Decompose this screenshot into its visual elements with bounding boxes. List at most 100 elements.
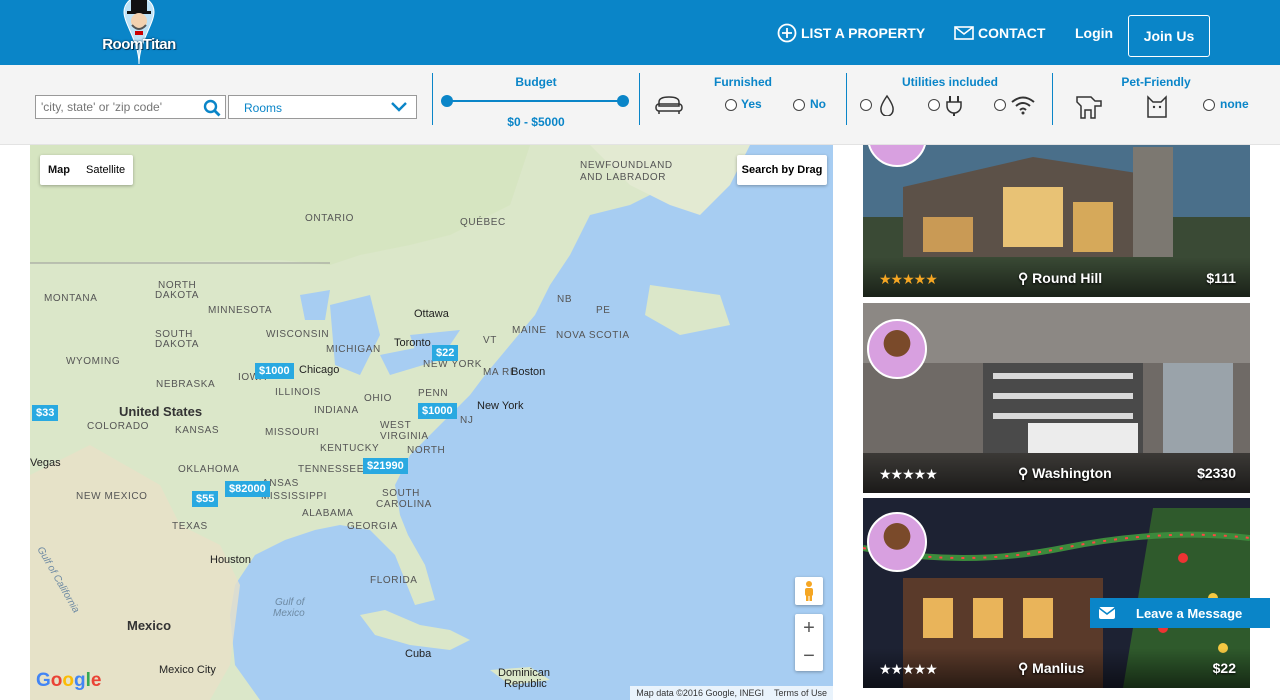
leave-message-label: Leave a Message	[1136, 605, 1243, 621]
divider	[639, 73, 640, 125]
budget-range-value: $0 - $5000	[507, 115, 565, 129]
listing-card[interactable]: ★★★★★ ⚲ Manlius $22	[863, 498, 1250, 688]
map-city-label: Vegas	[30, 457, 61, 469]
furnished-no-label: No	[810, 97, 826, 111]
cat-icon	[1145, 93, 1169, 126]
map-type-map-button[interactable]: Map	[40, 155, 78, 185]
map-data-credit: Map data ©2016 Google, INEGI	[636, 688, 764, 698]
map-label: CAROLINA	[376, 499, 432, 510]
listing-card[interactable]: ★★★★★ ⚲ Washington $2330	[863, 303, 1250, 493]
map-city-label: Chicago	[299, 364, 340, 376]
budget-slider-max-handle[interactable]	[617, 95, 629, 107]
map-label: ALABAMA	[302, 508, 354, 519]
contact-link[interactable]: CONTACT	[954, 0, 1045, 65]
listing-card[interactable]: ★★★★★ ⚲ Round Hill $111	[863, 145, 1250, 297]
map-label: GEORGIA	[347, 521, 398, 532]
listing-location-text: Round Hill	[1032, 270, 1103, 286]
map-type-satellite-button[interactable]: Satellite	[78, 155, 133, 185]
price-pin[interactable]: $1000	[418, 403, 457, 419]
listing-location-text: Manlius	[1032, 660, 1085, 676]
divider	[432, 73, 433, 125]
map-city-label: New York	[477, 400, 524, 412]
listing-location-text: Washington	[1032, 465, 1112, 481]
map-label: NJ	[460, 415, 474, 426]
map-water-label: Gulf of	[275, 597, 305, 608]
zoom-in-button[interactable]: +	[795, 614, 823, 642]
host-avatar[interactable]	[867, 319, 927, 379]
map-label: VIRGINIA	[380, 431, 429, 442]
furnished-yes-radio[interactable]	[725, 99, 737, 111]
login-link[interactable]: Login	[1075, 0, 1113, 65]
envelope-icon	[954, 25, 974, 41]
roomtitan-logo[interactable]: RoomTitan	[94, 0, 184, 65]
price-pin[interactable]: $33	[32, 405, 59, 421]
logo-text: RoomTitan	[102, 36, 176, 53]
price-pin[interactable]: $1000	[255, 363, 294, 379]
google-logo: Google	[36, 670, 102, 691]
map-label: NEWFOUNDLAND	[580, 160, 673, 171]
price-pin[interactable]: $22	[432, 345, 459, 361]
map-label: KANSAS	[175, 425, 220, 436]
furnished-no-radio[interactable]	[793, 99, 805, 111]
search-icon[interactable]	[203, 99, 221, 122]
zoom-out-button[interactable]: −	[795, 642, 823, 670]
map-label: ILLINOIS	[275, 387, 321, 398]
list-property-label: LIST A PROPERTY	[801, 24, 926, 41]
pet-none-radio[interactable]	[1203, 99, 1215, 111]
map-city-label: Mexico City	[159, 664, 216, 676]
map-marker-icon: ⚲	[1018, 660, 1029, 676]
login-label: Login	[1075, 24, 1114, 41]
top-header: RoomTitan LIST A PROPERTY CONTACT Login …	[0, 0, 1280, 65]
map-city-label: Houston	[210, 554, 251, 566]
map-label: VT	[483, 335, 497, 346]
map-label: TEXAS	[172, 521, 208, 532]
map-type-control: Map Satellite	[40, 155, 134, 185]
map-label-country: Mexico	[127, 618, 172, 633]
search-by-drag-button[interactable]: Search by Drag	[737, 155, 827, 185]
map-view[interactable]: NEWFOUNDLAND AND LABRADOR ONTARIO QUÉBEC…	[30, 145, 833, 700]
filter-bar: Rooms Budget $0 - $5000 Furnished Yes No…	[0, 65, 1280, 145]
map-label: MISSISSIPPI	[261, 491, 328, 502]
utilities-label: Utilities included	[901, 75, 998, 89]
listing-price: $111	[1206, 270, 1236, 286]
budget-slider-track[interactable]	[447, 100, 623, 102]
price-pin[interactable]: $82000	[225, 481, 270, 497]
rating-stars: ★★★★★	[879, 661, 938, 677]
map-city-label: Toronto	[394, 337, 431, 349]
dog-icon	[1075, 93, 1103, 126]
rating-stars: ★★★★★	[879, 466, 938, 482]
join-us-button[interactable]: Join Us	[1128, 15, 1210, 57]
map-label: MAINE	[512, 325, 547, 336]
location-search-input[interactable]	[36, 96, 201, 118]
map-label: INDIANA	[314, 405, 359, 416]
map-city-label: Boston	[511, 366, 546, 378]
zoom-control: + −	[795, 614, 823, 671]
terms-of-use-link[interactable]: Terms of Use	[774, 688, 827, 698]
list-property-link[interactable]: LIST A PROPERTY	[777, 0, 925, 65]
utility-wifi-radio[interactable]	[994, 99, 1006, 111]
divider	[846, 73, 847, 125]
map-marker-icon: ⚲	[1018, 465, 1029, 481]
sofa-icon	[654, 94, 684, 121]
map-label: TENNESSEE	[298, 464, 364, 475]
map-water-label: Mexico	[273, 608, 305, 619]
map-label: DAKOTA	[155, 290, 199, 301]
utility-water-radio[interactable]	[860, 99, 872, 111]
map-label: DAKOTA	[155, 339, 199, 350]
street-view-pegman-icon[interactable]	[795, 577, 823, 605]
price-pin[interactable]: $21990	[363, 458, 408, 474]
utility-electric-radio[interactable]	[928, 99, 940, 111]
map-label-country: United States	[119, 404, 203, 419]
host-avatar[interactable]	[867, 512, 927, 572]
listing-location: ⚲ Round Hill	[1018, 270, 1102, 287]
price-pin[interactable]: $55	[192, 491, 219, 507]
leave-message-button[interactable]: Leave a Message	[1090, 598, 1270, 628]
map-label: MONTANA	[44, 293, 98, 304]
location-search-box	[35, 95, 226, 119]
map-land	[30, 145, 750, 700]
budget-slider-min-handle[interactable]	[441, 95, 453, 107]
map-label: ONTARIO	[305, 213, 355, 224]
pet-friendly-label: Pet-Friendly	[1121, 75, 1191, 89]
map-label: OHIO	[364, 393, 392, 404]
property-type-select[interactable]: Rooms	[228, 95, 417, 119]
